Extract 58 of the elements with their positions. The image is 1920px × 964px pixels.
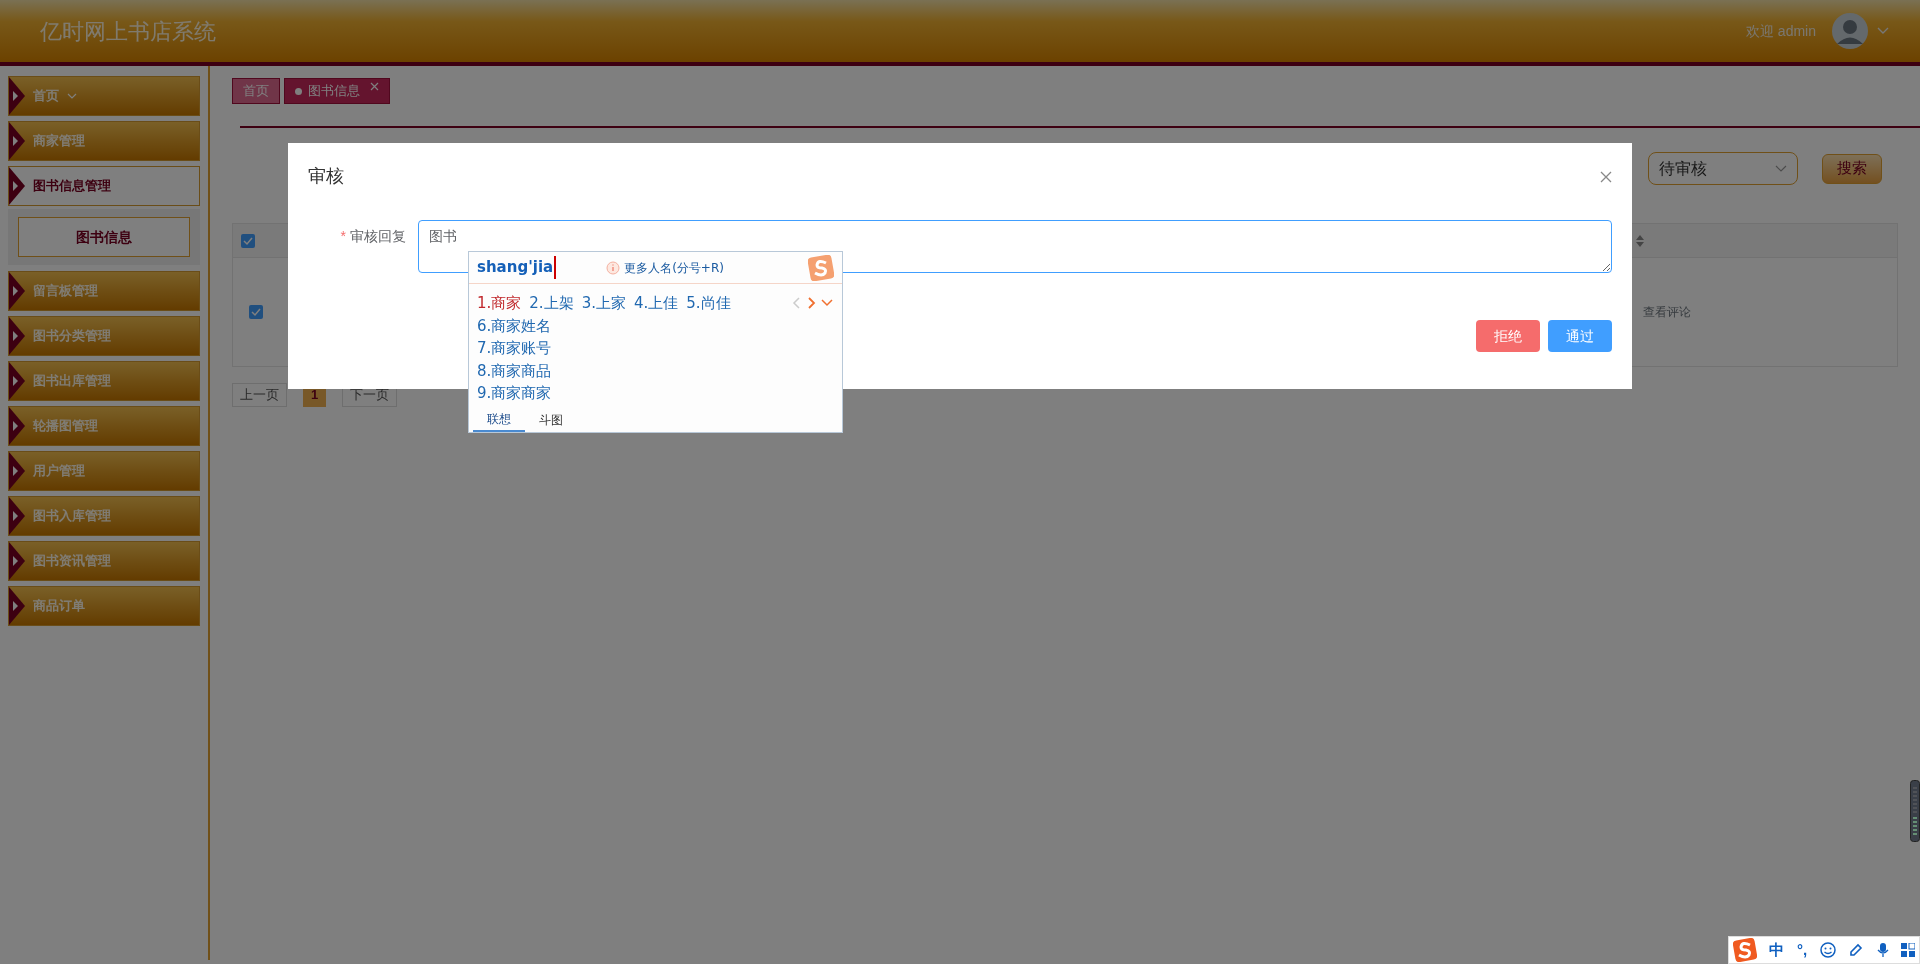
prev-icon[interactable] [792,296,802,311]
triangle-icon [9,497,25,535]
triangle-icon [9,407,25,445]
candidate[interactable]: 1.商家 [477,292,522,315]
triangle-icon [9,77,25,115]
candidate[interactable]: 5.尚佳 [686,292,731,315]
microphone-icon[interactable] [1876,942,1889,958]
candidate[interactable]: 6.商家姓名 [477,314,834,337]
candidate[interactable]: 9.商家商家 [477,382,834,405]
candidate[interactable]: 8.商家商品 [477,359,834,382]
view-comments-link[interactable]: 查看评论 [1643,303,1691,321]
punctuation-toggle[interactable]: °, [1796,938,1808,962]
app-title: 亿时网上书店系统 [40,17,216,46]
submenu-item[interactable]: 图书信息 [18,217,190,257]
checkbox[interactable] [249,305,263,319]
sort-icon[interactable] [1635,233,1645,248]
tab[interactable]: 图书信息 [284,78,390,104]
triangle-icon [9,542,25,580]
logo-icon[interactable] [1733,938,1757,962]
dialog-title: 审核 [308,165,344,188]
pen-icon[interactable] [1848,942,1865,958]
next-icon[interactable] [806,296,816,311]
avatar[interactable] [1832,13,1868,49]
triangle-icon [9,587,25,625]
approve-button[interactable]: 通过 [1548,320,1612,352]
welcome-text: 欢迎 admin [1745,21,1816,41]
expand-icon[interactable] [820,298,834,309]
triangle-icon [9,122,25,160]
info-icon [606,260,621,275]
candidate[interactable]: 2.上架 [529,292,574,315]
candidate[interactable]: 7.商家账号 [477,337,834,360]
sidebar-item[interactable]: 图书信息管理 [8,166,200,206]
triangle-icon [9,272,25,310]
chevron-icon [1775,164,1787,173]
ime-tab[interactable]: 联想 [473,408,525,432]
level-meter-icon [1910,780,1920,842]
reject-button[interactable]: 拒绝 [1476,320,1540,352]
search-button[interactable]: 搜索 [1822,153,1882,184]
close-icon[interactable] [1600,170,1612,183]
triangle-icon [9,362,25,400]
grid-icon[interactable] [1901,943,1915,957]
tab[interactable]: 首页 [232,78,280,104]
ime-tab[interactable]: 斗图 [525,408,577,432]
input-mode-toggle[interactable]: 中 [1769,938,1785,962]
checkbox[interactable] [241,233,255,248]
required-asterisk: * [340,228,346,244]
caret-icon[interactable] [1876,26,1890,36]
triangle-icon [9,167,25,205]
candidate[interactable]: 4.上佳 [633,292,679,315]
candidate[interactable]: 3.上家 [581,292,626,315]
dot-icon [295,87,302,95]
status-select[interactable]: 待审核 [1648,152,1798,185]
logo-icon [808,254,834,281]
triangle-icon [9,452,25,490]
pinyin-composition: shang'jia [477,256,557,279]
smiley-icon[interactable] [1819,942,1836,958]
field-label: 审核回复 [350,227,406,246]
triangle-icon [9,317,25,355]
